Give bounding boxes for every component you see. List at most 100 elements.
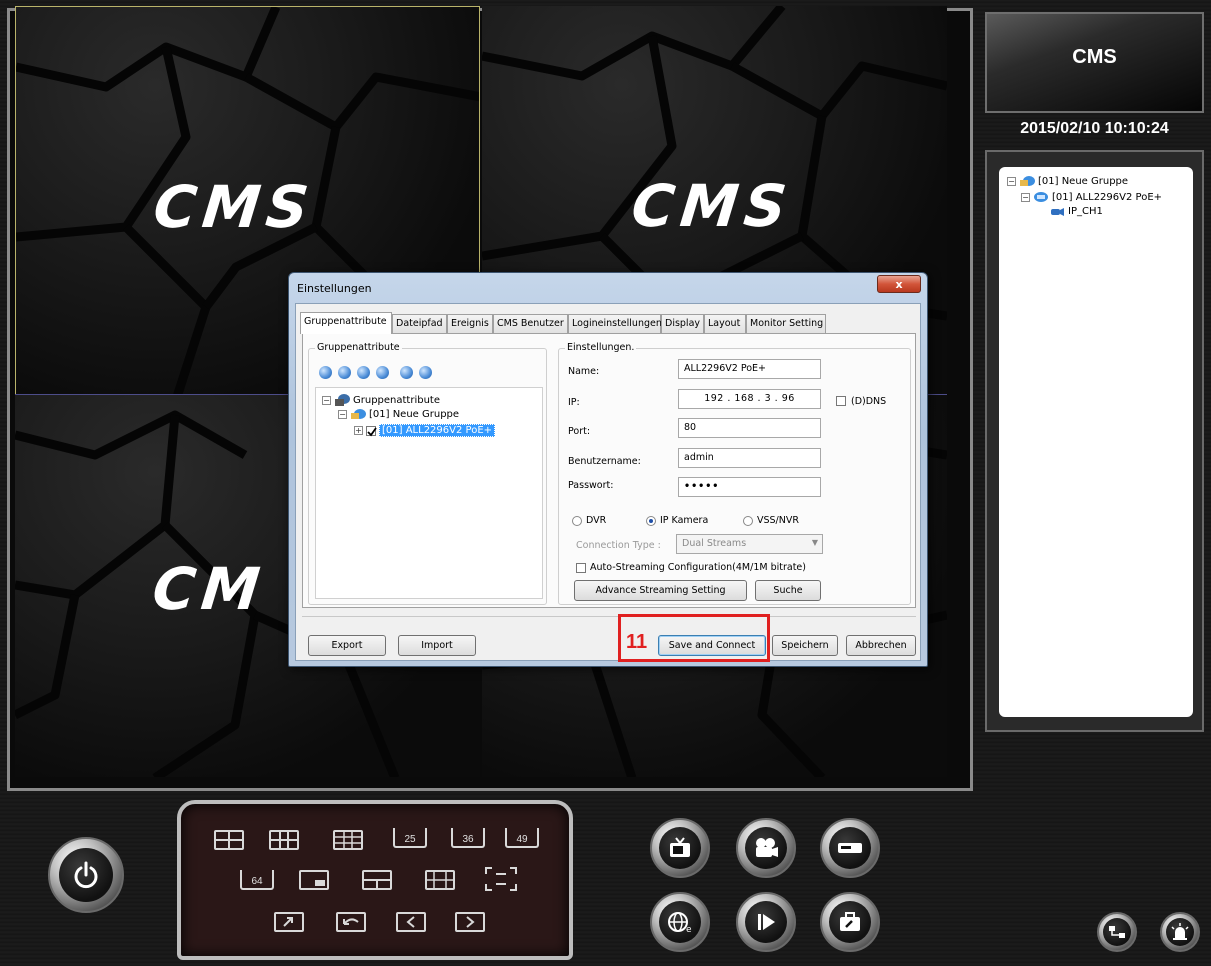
tree-root-row[interactable]: − Gruppenattribute — [322, 393, 440, 407]
tree-device-label-selected[interactable]: [01] ALL2296V2 PoE+ — [379, 424, 496, 437]
username-input[interactable]: admin — [678, 448, 821, 468]
add-device-icon[interactable] — [357, 366, 370, 379]
prev-icon[interactable] — [396, 912, 426, 932]
group-tree[interactable]: − Gruppenattribute − [01] Neue Gruppe + — [315, 387, 543, 599]
record-button[interactable] — [736, 818, 796, 878]
layout-36-icon[interactable]: 36 — [451, 828, 485, 848]
cms-logo-box: CMS — [985, 12, 1204, 113]
group-attributes-legend: Gruppenattribute — [315, 342, 402, 353]
import-button[interactable]: Import — [398, 635, 476, 656]
layout-split-icon[interactable] — [362, 870, 392, 890]
tab-cms-benutzer[interactable]: CMS Benutzer — [493, 314, 568, 333]
edit-group-icon[interactable] — [338, 366, 351, 379]
radio-dot-dvr[interactable] — [572, 515, 582, 526]
settings-button[interactable] — [820, 892, 880, 952]
dialog-title: Einstellungen — [297, 282, 372, 295]
layout-9-icon[interactable] — [333, 830, 363, 850]
cancel-button[interactable]: Abbrechen — [846, 635, 916, 656]
collapse-icon[interactable]: − — [322, 395, 331, 405]
radio-ip-camera[interactable]: IP Kamera — [646, 515, 708, 526]
chevron-down-icon: ▼ — [811, 538, 818, 547]
tab-ereignis[interactable]: Ereignis — [447, 314, 493, 333]
next-icon[interactable] — [455, 912, 485, 932]
toolbox-icon — [840, 912, 860, 931]
device-checkbox[interactable] — [366, 425, 377, 436]
tree-group-row[interactable]: − [01] Neue Gruppe — [338, 408, 459, 420]
ip-input[interactable]: 192 . 168 . 3 . 96 — [678, 389, 821, 409]
expand-icon[interactable]: + — [354, 426, 363, 435]
live-view-button[interactable] — [650, 818, 710, 878]
tab-display[interactable]: Display — [661, 314, 704, 333]
globe-icon: e — [668, 912, 692, 934]
radio-dot-vss-nvr[interactable] — [743, 515, 753, 526]
auto-streaming-checkbox[interactable] — [576, 563, 586, 573]
e-map-button[interactable]: e — [650, 892, 710, 952]
tab-dateipfad[interactable]: Dateipfad — [392, 314, 447, 333]
layout-4-icon[interactable] — [214, 830, 244, 850]
layout-pip-icon[interactable] — [299, 870, 329, 890]
cms-watermark: CMS — [150, 173, 318, 241]
auto-streaming-label: Auto-Streaming Configuration(4M/1M bitra… — [590, 562, 806, 573]
ddns-checkbox[interactable] — [836, 396, 846, 406]
dvr-icon — [838, 843, 862, 853]
password-input[interactable]: ••••• — [678, 477, 821, 497]
tab-layout[interactable]: Layout — [704, 314, 746, 333]
dialog-body: Gruppenattribute Dateipfad Ereignis CMS … — [295, 303, 921, 661]
add-group-icon[interactable] — [319, 366, 332, 379]
collapse-icon[interactable]: − — [1021, 192, 1030, 202]
ddns-label: (D)DNS — [851, 396, 887, 407]
device-tree[interactable]: − [01] Neue Gruppe − [01] ALL2296V2 PoE+… — [999, 167, 1193, 717]
ip-label: IP: — [568, 397, 580, 408]
dvr-button[interactable] — [820, 818, 880, 878]
username-label: Benutzername: — [568, 456, 641, 467]
layout-grid-icon[interactable] — [425, 870, 455, 890]
port-input[interactable]: 80 — [678, 418, 821, 438]
remove-device-icon[interactable] — [419, 366, 432, 379]
play-icon — [758, 914, 775, 930]
tree-device-row[interactable]: + [01] ALL2296V2 PoE+ — [354, 424, 496, 437]
fullscreen-icon[interactable] — [484, 866, 518, 892]
return-icon[interactable] — [336, 912, 366, 932]
connection-type-select[interactable]: Dual Streams ▼ — [676, 534, 823, 554]
layout-64-icon[interactable]: 64 — [240, 870, 274, 890]
export-button[interactable]: Export — [308, 635, 386, 656]
annotation-step-number: 11 — [626, 631, 648, 653]
advance-streaming-button[interactable]: Advance Streaming Setting — [574, 580, 747, 601]
tab-monitor-setting[interactable]: Monitor Setting — [746, 314, 826, 333]
search-device-icon[interactable] — [400, 366, 413, 379]
close-button[interactable]: x — [877, 275, 921, 293]
group-attributes-box: Gruppenattribute − Gruppenattribute − [0… — [308, 342, 547, 605]
name-input[interactable]: ALL2296V2 PoE+ — [678, 359, 821, 379]
group-icon — [351, 409, 366, 419]
tree-channel-row[interactable]: IP_CH1 — [1049, 206, 1103, 217]
tree-group-row[interactable]: − [01] Neue Gruppe — [1007, 175, 1128, 187]
save-button[interactable]: Speichern — [772, 635, 838, 656]
radio-dot-ip-camera[interactable] — [646, 515, 656, 526]
radio-dvr[interactable]: DVR — [572, 515, 606, 526]
power-button[interactable] — [48, 837, 124, 913]
collapse-icon[interactable]: − — [338, 409, 347, 419]
search-button[interactable]: Suche — [755, 580, 821, 601]
popout-icon[interactable] — [274, 912, 304, 932]
alarm-button[interactable] — [1160, 912, 1200, 952]
network-button[interactable] — [1097, 912, 1137, 952]
layout-25-icon[interactable]: 25 — [393, 828, 427, 848]
group-icon — [1020, 176, 1035, 186]
collapse-icon[interactable]: − — [1007, 176, 1016, 186]
playback-button[interactable] — [736, 892, 796, 952]
tree-device-row[interactable]: − [01] ALL2296V2 PoE+ — [1021, 191, 1162, 203]
settings-dialog: Einstellungen x Gruppenattribute Dateipf… — [288, 272, 928, 667]
layout-6-icon[interactable] — [269, 830, 299, 850]
connection-type-value: Dual Streams — [682, 538, 747, 549]
datetime-display: 2015/02/10 10:10:24 — [1020, 120, 1169, 137]
password-label: Passwort: — [568, 480, 614, 491]
connection-type-label: Connection Type : — [576, 540, 661, 551]
tab-gruppenattribute[interactable]: Gruppenattribute — [300, 312, 392, 334]
radio-vss-nvr[interactable]: VSS/NVR — [743, 515, 799, 526]
tab-logineinstellungen[interactable]: Logineinstellungen — [568, 314, 662, 333]
cms-logo: CMS — [1072, 46, 1117, 68]
tree-group-label: [01] Neue Gruppe — [1038, 175, 1129, 187]
svg-text:e: e — [686, 925, 692, 934]
remove-group-icon[interactable] — [376, 366, 389, 379]
layout-49-icon[interactable]: 49 — [505, 828, 539, 848]
